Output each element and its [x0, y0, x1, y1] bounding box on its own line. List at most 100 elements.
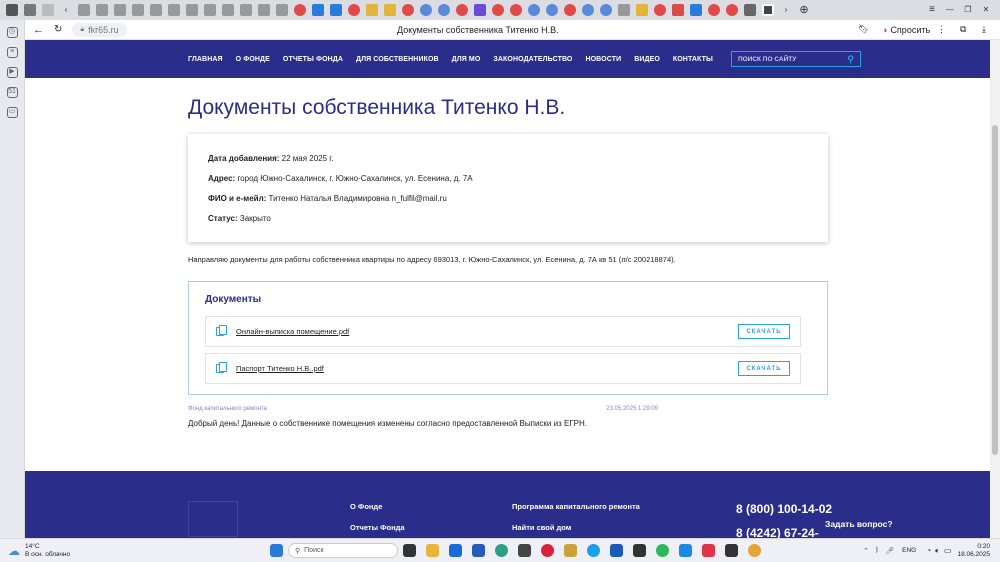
tab-favicon[interactable] — [438, 4, 450, 16]
extensions-icon[interactable]: ⧉ — [960, 24, 966, 35]
tab-favicon[interactable] — [96, 4, 108, 16]
tab-favicon[interactable] — [474, 4, 486, 16]
tab-favicon[interactable] — [150, 4, 162, 16]
dropbox-icon[interactable] — [449, 544, 462, 557]
battery-icon[interactable]: ▭ — [944, 546, 952, 555]
nav-owners[interactable]: ДЛЯ СОБСТВЕННИКОВ — [356, 56, 439, 63]
footer-link-find-house[interactable]: Найти свой дом — [512, 523, 571, 532]
mail-icon[interactable] — [679, 544, 692, 557]
restore-icon[interactable]: ❐ — [962, 4, 974, 16]
close-icon[interactable]: ✕ — [980, 4, 992, 16]
download-button[interactable]: СКАЧАТЬ — [738, 324, 790, 339]
app-icon[interactable] — [633, 544, 646, 557]
tab-favicon[interactable] — [744, 4, 756, 16]
windows-start-icon[interactable] — [270, 544, 283, 557]
tab-favicon[interactable] — [600, 4, 612, 16]
browser-menu-icon[interactable] — [6, 4, 18, 16]
history-icon[interactable]: ◷ — [6, 27, 18, 38]
tab-favicon[interactable] — [204, 4, 216, 16]
footer-phone-1[interactable]: 8 (800) 100-14-02 — [736, 502, 832, 516]
nav-video[interactable]: ВИДЕО — [634, 56, 660, 63]
tab-favicon[interactable] — [402, 4, 414, 16]
url-field[interactable]: 🔒︎ fkr65.ru — [72, 22, 127, 37]
tab-favicon[interactable] — [690, 4, 702, 16]
menu-icon[interactable]: ≡ — [926, 4, 938, 16]
language-indicator[interactable]: ENG — [902, 547, 916, 554]
ask-button[interactable]: ◑ Спросить — [882, 25, 930, 35]
tab-favicon[interactable] — [240, 4, 252, 16]
nav-mo[interactable]: ДЛЯ МО — [452, 56, 481, 63]
wifi-icon[interactable]: ◔ — [926, 546, 931, 555]
taskbar-search[interactable]: ⚲ Поиск — [288, 543, 398, 558]
tab-favicon[interactable] — [222, 4, 234, 16]
tab-favicon[interactable] — [384, 4, 396, 16]
weather-widget[interactable]: ☁ 14°C В осн. облачно — [8, 543, 228, 559]
document-link[interactable]: Онлайн-выписка помещение.pdf — [236, 327, 738, 336]
tab-favicon[interactable] — [420, 4, 432, 16]
bluetooth-icon[interactable]: ᛒ — [875, 547, 879, 555]
bookmark-icon[interactable]: 🔖︎ — [858, 24, 869, 35]
footer-link-program[interactable]: Программа капитального ремонта — [512, 502, 640, 511]
outlook-icon[interactable] — [610, 544, 623, 557]
cloud-icon[interactable]: ▭ — [6, 107, 18, 118]
fund-logo[interactable] — [188, 501, 238, 537]
tab-favicon[interactable] — [168, 4, 180, 16]
tab-favicon[interactable] — [654, 4, 666, 16]
tab-favicon[interactable] — [528, 4, 540, 16]
tab-favicon[interactable] — [582, 4, 594, 16]
tab-favicon[interactable] — [78, 4, 90, 16]
download-button[interactable]: СКАЧАТЬ — [738, 361, 790, 376]
tab-favicon[interactable] — [636, 4, 648, 16]
tab-favicon[interactable] — [618, 4, 630, 16]
download-icon[interactable]: ⤓ — [982, 24, 986, 35]
scrollbar-thumb[interactable] — [992, 125, 998, 455]
tab-favicon[interactable] — [366, 4, 378, 16]
new-tab-icon[interactable]: ⊕ — [798, 4, 810, 16]
calendar-icon[interactable]: 51 — [6, 87, 18, 98]
nav-home[interactable]: ГЛАВНАЯ — [188, 56, 223, 63]
whatsapp-icon[interactable] — [656, 544, 669, 557]
taskview-icon[interactable] — [403, 544, 416, 557]
tab-favicon[interactable] — [258, 4, 270, 16]
footer-link-reports[interactable]: Отчеты Фонда — [350, 523, 405, 532]
tab-favicon[interactable] — [186, 4, 198, 16]
document-link[interactable]: Паспорт Титенко Н.В..pdf — [236, 364, 738, 373]
tab-favicon[interactable] — [294, 4, 306, 16]
tab-favicon[interactable] — [672, 4, 684, 16]
tab-favicon[interactable] — [726, 4, 738, 16]
opera-icon[interactable] — [541, 544, 554, 557]
tab-favicon[interactable] — [708, 4, 720, 16]
chevron-down-icon[interactable] — [42, 4, 54, 16]
volume-icon[interactable]: 🔈︎ — [935, 546, 940, 556]
mic-icon[interactable]: 🎤︎ — [885, 547, 894, 555]
skype-icon[interactable] — [587, 544, 600, 557]
reload-icon[interactable]: ↻ — [54, 24, 62, 35]
app-icon[interactable] — [748, 544, 761, 557]
tab-favicon[interactable] — [564, 4, 576, 16]
page-scrollbar[interactable] — [990, 40, 1000, 538]
tab-favicon[interactable] — [114, 4, 126, 16]
nav-contacts[interactable]: КОНТАКТЫ — [673, 56, 713, 63]
yandex-browser-icon[interactable] — [702, 544, 715, 557]
site-search-input[interactable]: ПОИСК ПО САЙТУ ⚲ — [730, 51, 861, 67]
app-icon[interactable] — [725, 544, 738, 557]
nav-news[interactable]: НОВОСТИ — [585, 56, 621, 63]
tab-favicon[interactable] — [348, 4, 360, 16]
app-icon[interactable] — [472, 544, 485, 557]
ask-question-button[interactable]: Задать вопрос? — [825, 519, 893, 529]
nav-legislation[interactable]: ЗАКОНОДАТЕЛЬСТВО — [493, 56, 572, 63]
tray-icons[interactable]: ⌃ ᛒ 🎤︎ — [863, 547, 894, 555]
tab-favicon[interactable] — [132, 4, 144, 16]
tab-favicon[interactable] — [492, 4, 504, 16]
more-icon[interactable]: ⋮ — [937, 24, 946, 35]
footer-link-about[interactable]: О Фонде — [350, 502, 382, 511]
app-icon[interactable] — [518, 544, 531, 557]
edge-icon[interactable] — [495, 544, 508, 557]
search-icon[interactable]: ⚲ — [847, 54, 854, 65]
tab-favicon[interactable] — [510, 4, 522, 16]
clock[interactable]: 0:20 18.06.2025 — [957, 543, 990, 559]
app-icon[interactable] — [564, 544, 577, 557]
tab-favicon[interactable] — [330, 4, 342, 16]
nav-about[interactable]: О ФОНДЕ — [236, 56, 270, 63]
tab-scroll-right-icon[interactable]: › — [780, 4, 792, 16]
